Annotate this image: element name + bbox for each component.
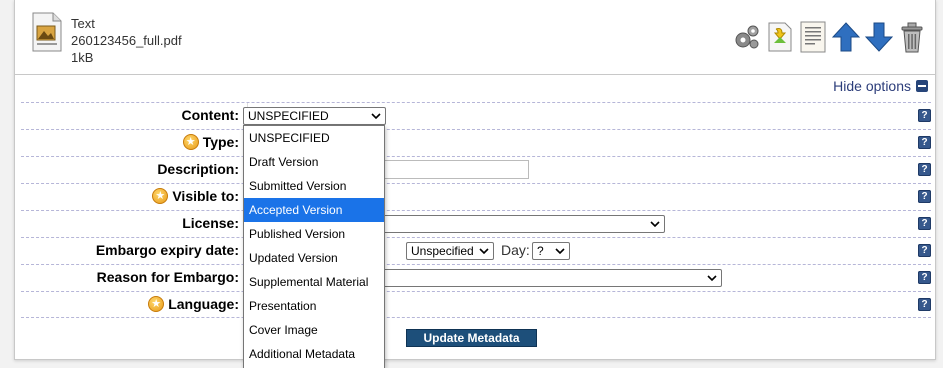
- help-icon[interactable]: ?: [918, 190, 931, 203]
- content-label: Content:: [181, 107, 239, 123]
- reason-label: Reason for Embargo:: [96, 269, 239, 285]
- hide-options-label[interactable]: Hide options: [833, 78, 911, 94]
- file-toolbar: [731, 20, 927, 54]
- row-visible-to: ★ Visible to: ?: [21, 183, 931, 210]
- row-content: Content: UNSPECIFIED ?: [21, 102, 931, 129]
- help-icon[interactable]: ?: [918, 271, 931, 284]
- move-down-icon[interactable]: [863, 20, 894, 54]
- type-label: ★ Type:: [182, 134, 239, 150]
- convert-icon[interactable]: [764, 20, 795, 54]
- content-option[interactable]: Published Version: [244, 222, 384, 246]
- required-star-icon: ★: [182, 134, 199, 150]
- license-label: License:: [182, 215, 239, 231]
- day-label: Day:: [501, 242, 530, 258]
- content-option[interactable]: Presentation: [244, 294, 384, 318]
- language-label: ★ Language:: [148, 296, 239, 312]
- embargo-label: Embargo expiry date:: [95, 242, 239, 258]
- help-icon[interactable]: ?: [918, 163, 931, 176]
- row-description: Description: ?: [21, 156, 931, 183]
- content-option[interactable]: Submitted Version: [244, 174, 384, 198]
- document-list-icon[interactable]: [797, 20, 828, 54]
- file-header: Text 260123456_full.pdf 1kB: [15, 0, 935, 75]
- document-panel: Text 260123456_full.pdf 1kB Hide options…: [14, 0, 936, 360]
- required-star-icon: ★: [152, 188, 169, 204]
- content-option[interactable]: Updated Version: [244, 246, 384, 270]
- collapse-icon[interactable]: [916, 80, 928, 92]
- required-star-icon: ★: [148, 296, 165, 312]
- file-type: Text: [71, 16, 95, 31]
- help-icon[interactable]: ?: [918, 109, 931, 122]
- content-option[interactable]: Draft Version: [244, 150, 384, 174]
- file-size: 1kB: [71, 50, 94, 65]
- content-option[interactable]: Cover Image: [244, 318, 384, 342]
- help-icon[interactable]: ?: [918, 217, 931, 230]
- content-option-highlighted[interactable]: Accepted Version: [244, 198, 384, 222]
- content-option[interactable]: Supplemental Material: [244, 270, 384, 294]
- row-embargo: Embargo expiry date: Unspecified Day: ? …: [21, 237, 931, 264]
- file-name: 260123456_full.pdf: [71, 33, 182, 48]
- hide-options-link[interactable]: Hide options: [833, 78, 928, 94]
- embargo-day-select[interactable]: ?: [532, 242, 570, 260]
- update-metadata-button[interactable]: Update Metadata: [406, 329, 537, 347]
- embargo-month-select[interactable]: Unspecified: [406, 242, 494, 260]
- help-icon[interactable]: ?: [918, 136, 931, 149]
- file-info: Text 260123456_full.pdf 1kB: [71, 15, 182, 66]
- help-icon[interactable]: ?: [918, 244, 931, 257]
- metadata-form: Content: UNSPECIFIED ? ★ Type: ? Descript…: [21, 102, 931, 318]
- content-dropdown-list[interactable]: UNSPECIFIED Draft Version Submitted Vers…: [243, 125, 385, 368]
- pdf-file-icon[interactable]: [31, 12, 63, 52]
- description-label: Description:: [157, 161, 239, 177]
- trash-icon[interactable]: [896, 20, 927, 54]
- row-license: License: ?: [21, 210, 931, 237]
- row-language: ★ Language: ?: [21, 291, 931, 318]
- gears-icon[interactable]: [731, 20, 762, 54]
- row-type: ★ Type: ?: [21, 129, 931, 156]
- row-reason: Reason for Embargo: ?: [21, 264, 931, 291]
- content-select[interactable]: UNSPECIFIED: [243, 107, 386, 125]
- help-icon[interactable]: ?: [918, 298, 931, 311]
- move-up-icon[interactable]: [830, 20, 861, 54]
- content-option[interactable]: UNSPECIFIED: [244, 126, 384, 150]
- content-option[interactable]: Additional Metadata: [244, 342, 384, 366]
- visible-to-label: ★ Visible to:: [152, 188, 239, 204]
